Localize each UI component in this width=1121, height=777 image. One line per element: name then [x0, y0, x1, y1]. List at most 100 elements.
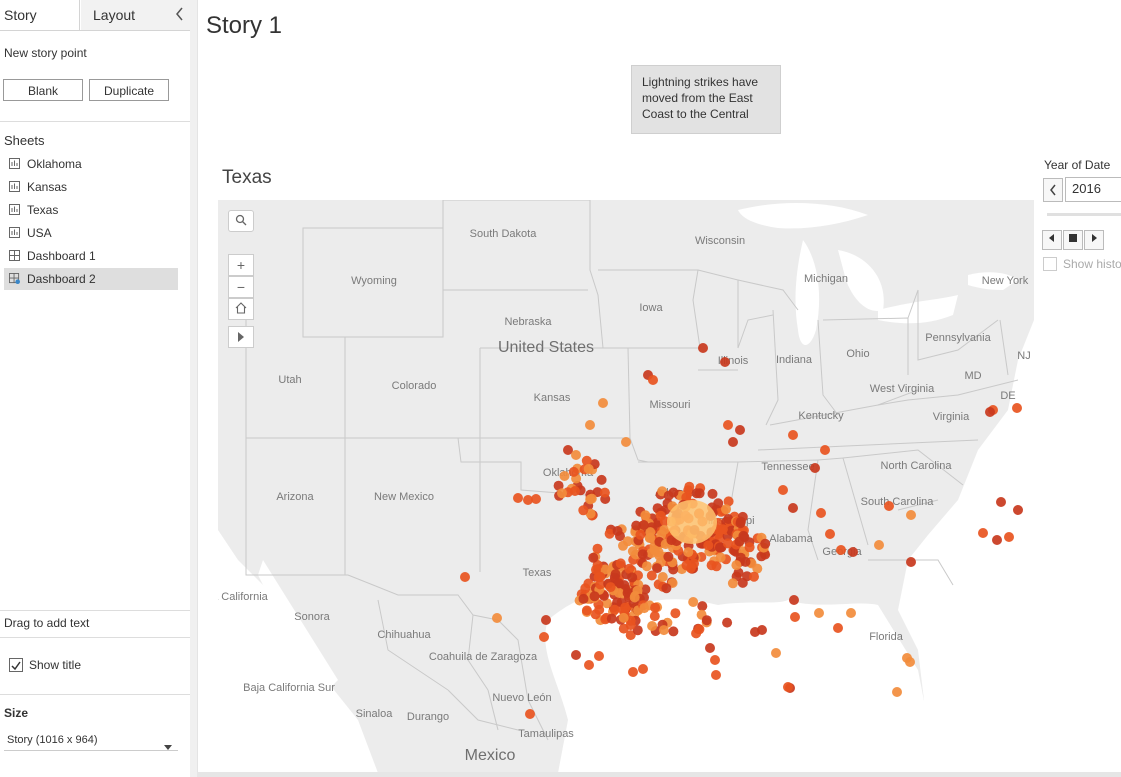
strike-marker[interactable] — [638, 664, 648, 674]
strike-marker[interactable] — [638, 520, 649, 531]
strike-marker[interactable] — [539, 632, 549, 642]
strike-marker[interactable] — [735, 425, 745, 435]
strike-marker[interactable] — [720, 357, 730, 367]
strike-marker[interactable] — [810, 463, 820, 473]
strike-marker[interactable] — [703, 540, 714, 551]
strike-marker[interactable] — [593, 572, 604, 583]
strike-marker[interactable] — [689, 558, 699, 569]
strike-marker[interactable] — [906, 557, 916, 567]
strike-marker[interactable] — [647, 621, 658, 631]
strike-marker[interactable] — [584, 660, 594, 670]
strike-marker[interactable] — [788, 503, 798, 513]
strike-marker[interactable] — [610, 569, 621, 580]
strike-marker[interactable] — [992, 535, 1002, 545]
strike-marker[interactable] — [825, 529, 835, 539]
strike-marker[interactable] — [691, 628, 702, 639]
strike-marker[interactable] — [790, 612, 800, 622]
strike-marker[interactable] — [846, 608, 856, 618]
strike-marker[interactable] — [637, 549, 648, 560]
strike-marker[interactable] — [735, 516, 746, 527]
panel-splitter[interactable] — [190, 0, 198, 777]
strike-marker[interactable] — [580, 583, 591, 594]
strike-marker[interactable] — [531, 494, 541, 504]
strike-marker[interactable] — [618, 540, 628, 551]
strike-marker[interactable] — [585, 494, 596, 505]
strike-marker[interactable] — [722, 538, 733, 549]
strike-marker[interactable] — [589, 591, 600, 602]
strike-marker[interactable] — [663, 551, 674, 562]
strike-marker[interactable] — [691, 488, 702, 499]
blank-button[interactable]: Blank — [3, 79, 83, 101]
strike-marker[interactable] — [722, 617, 733, 628]
lightning-map[interactable]: South Dakota Wyoming Wisconsin Michigan … — [218, 200, 1034, 773]
strike-marker[interactable] — [874, 540, 884, 550]
search-icon[interactable] — [228, 210, 254, 232]
home-icon[interactable] — [228, 298, 254, 320]
strike-marker[interactable] — [996, 497, 1006, 507]
strike-marker[interactable] — [492, 613, 502, 623]
strike-marker[interactable] — [710, 655, 720, 665]
strike-marker[interactable] — [606, 613, 617, 624]
strike-marker[interactable] — [707, 488, 718, 499]
strike-marker[interactable] — [513, 493, 523, 503]
strike-marker[interactable] — [705, 643, 715, 653]
pan-arrow-icon[interactable] — [228, 326, 254, 348]
strike-marker[interactable] — [706, 560, 717, 571]
strike-marker[interactable] — [592, 543, 603, 554]
strike-marker[interactable] — [757, 625, 767, 635]
strike-marker[interactable] — [570, 486, 580, 496]
sheet-item-kansas[interactable]: Kansas — [4, 176, 178, 198]
strike-marker[interactable] — [1013, 505, 1023, 515]
strike-marker[interactable] — [734, 536, 745, 547]
strike-marker[interactable] — [711, 670, 721, 680]
strike-marker[interactable] — [648, 375, 658, 385]
strike-marker[interactable] — [985, 407, 995, 417]
strike-marker[interactable] — [884, 501, 894, 511]
size-dropdown[interactable]: Story (1016 x 964) — [4, 730, 178, 751]
year-filter-value[interactable]: 2016 — [1065, 177, 1121, 202]
step-forward-button[interactable] — [1084, 230, 1104, 250]
strike-marker[interactable] — [1012, 403, 1022, 413]
strike-marker[interactable] — [723, 420, 733, 430]
strike-marker[interactable] — [588, 552, 599, 563]
sheet-item-oklahoma[interactable]: Oklahoma — [4, 153, 178, 175]
strike-marker[interactable] — [788, 430, 798, 440]
drag-to-add-text[interactable]: Drag to add text — [4, 616, 89, 630]
strike-marker[interactable] — [609, 604, 620, 615]
strike-cluster-hotspot[interactable] — [667, 500, 717, 544]
strike-marker[interactable] — [568, 466, 579, 477]
strike-marker[interactable] — [836, 545, 846, 555]
strike-marker[interactable] — [668, 487, 679, 498]
story-point-caption[interactable]: Lightning strikes have moved from the Ea… — [631, 65, 781, 134]
strike-marker[interactable] — [783, 682, 793, 692]
strike-marker[interactable] — [583, 463, 594, 474]
strike-marker[interactable] — [594, 651, 604, 661]
strike-marker[interactable] — [683, 547, 694, 558]
strike-marker[interactable] — [833, 623, 843, 633]
strike-marker[interactable] — [657, 572, 668, 582]
strike-marker[interactable] — [778, 485, 788, 495]
strike-marker[interactable] — [814, 608, 824, 618]
strike-marker[interactable] — [789, 595, 799, 605]
strike-marker[interactable] — [658, 625, 669, 636]
strike-marker[interactable] — [740, 556, 751, 567]
tab-story[interactable]: Story — [0, 0, 80, 30]
stop-button[interactable] — [1063, 230, 1083, 250]
strike-marker[interactable] — [848, 547, 858, 557]
strike-marker[interactable] — [578, 593, 589, 604]
strike-marker[interactable] — [978, 528, 988, 538]
strike-marker[interactable] — [697, 601, 708, 612]
strike-marker[interactable] — [641, 561, 652, 572]
show-title-checkbox[interactable] — [9, 658, 23, 672]
strike-marker[interactable] — [744, 542, 755, 553]
sheet-item-dashboard-2[interactable]: Dashboard 2 — [4, 268, 178, 290]
strike-marker[interactable] — [639, 603, 650, 614]
sheet-item-texas[interactable]: Texas — [4, 199, 178, 221]
strike-marker[interactable] — [668, 626, 679, 637]
sheet-item-dashboard-1[interactable]: Dashboard 1 — [4, 245, 178, 267]
strike-marker[interactable] — [820, 445, 830, 455]
strike-marker[interactable] — [615, 558, 626, 569]
strike-marker[interactable] — [460, 572, 470, 582]
step-back-button[interactable] — [1042, 230, 1062, 250]
show-history-checkbox[interactable] — [1043, 257, 1057, 271]
